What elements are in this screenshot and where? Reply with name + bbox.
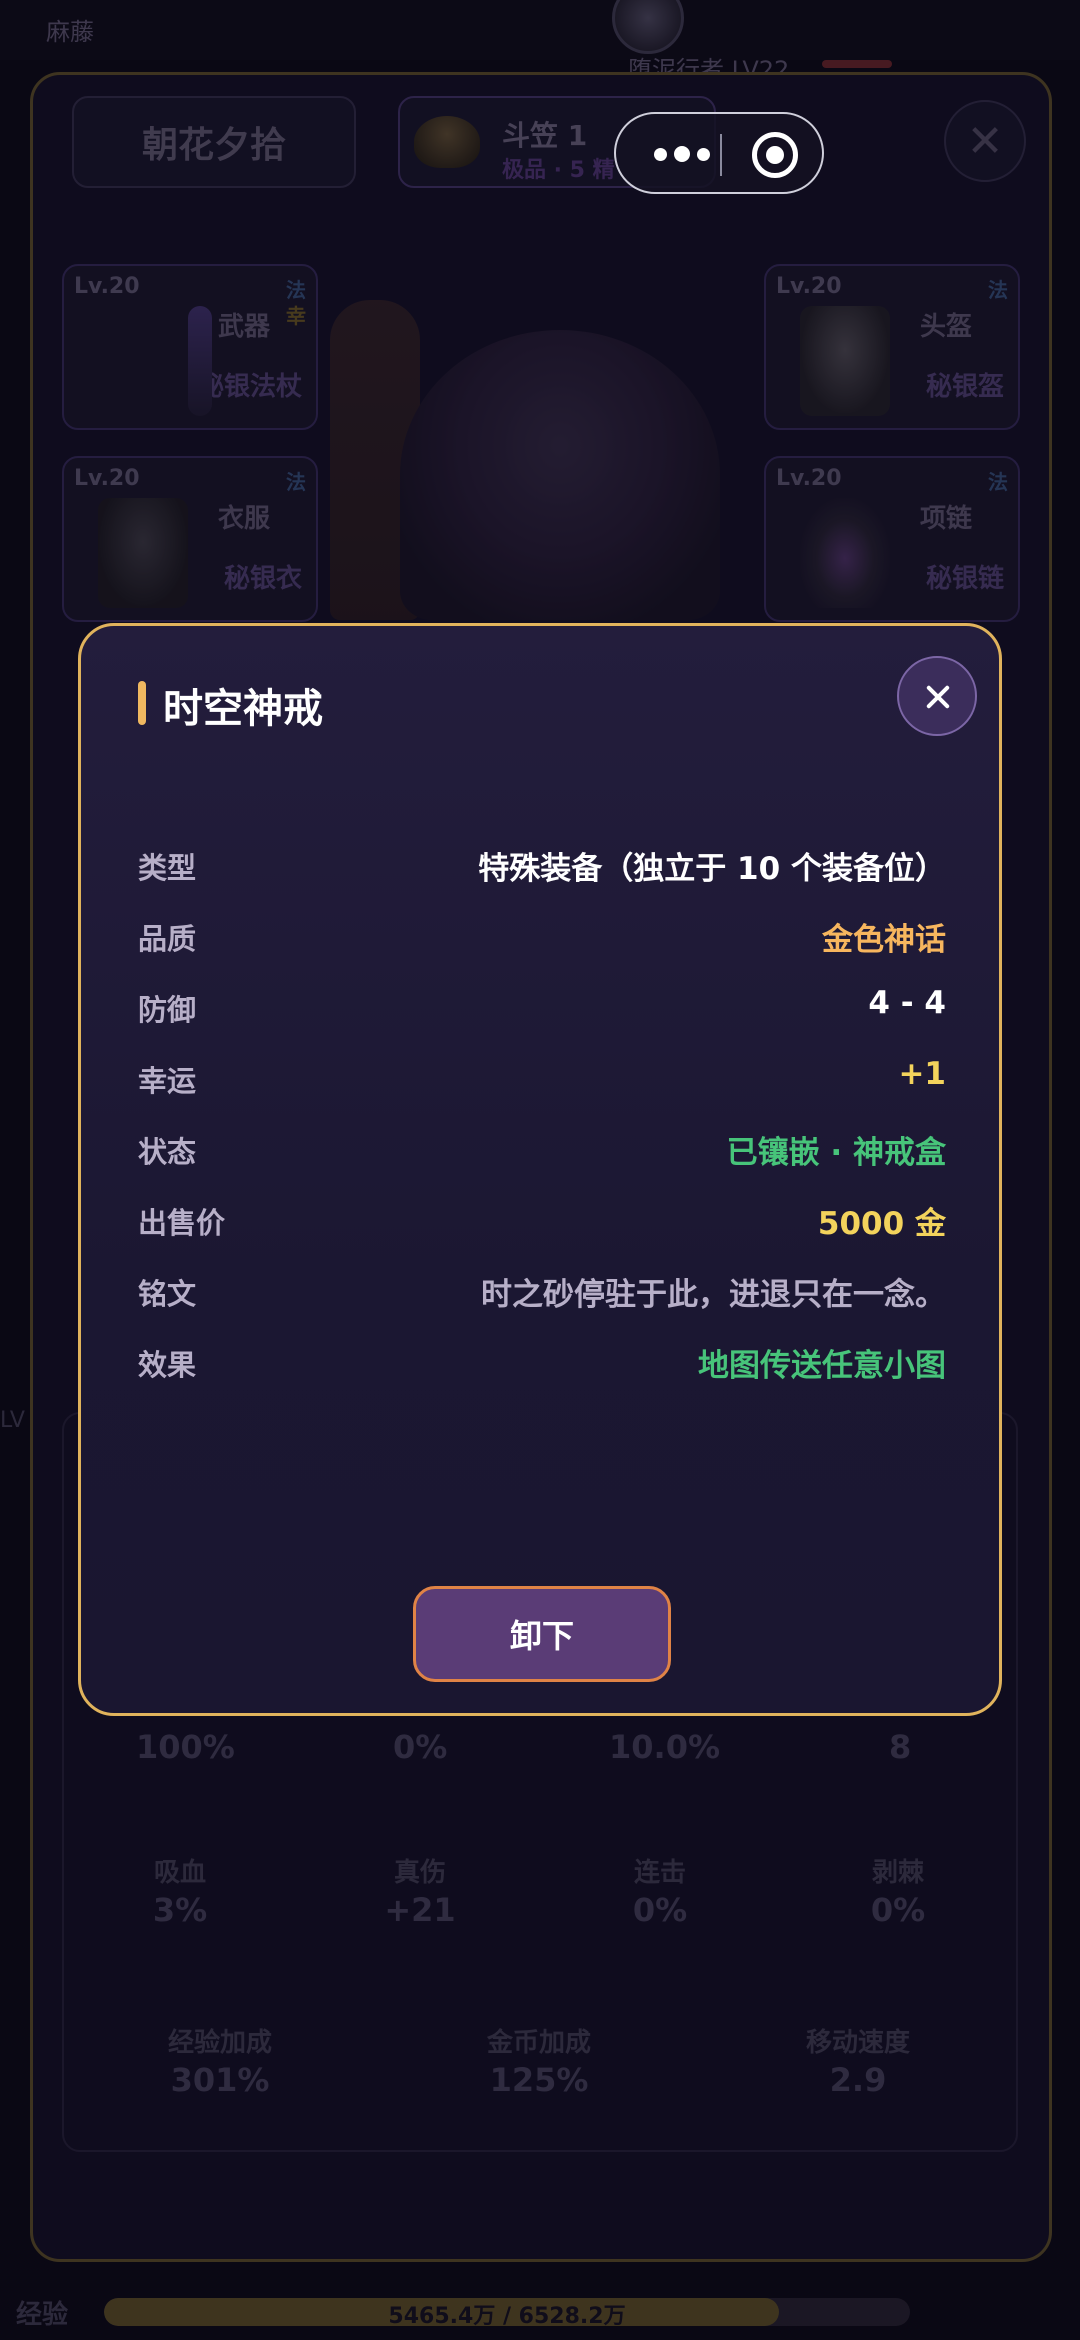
- detail-value: 地图传送任意小图: [698, 1348, 946, 1384]
- dialog-close-button[interactable]: [897, 656, 977, 736]
- detail-value: 已镶嵌 · 神戒盒: [726, 1135, 946, 1171]
- capsule-divider: [720, 134, 722, 176]
- detail-value: 5000 金: [817, 1206, 946, 1242]
- title-accent-bar: [138, 681, 146, 725]
- detail-key: 铭文: [138, 1277, 197, 1311]
- detail-key: 品质: [138, 922, 197, 956]
- detail-row-sell-price: 出售价 5000 金: [138, 1194, 946, 1244]
- unequip-button[interactable]: 卸下: [413, 1586, 671, 1682]
- detail-row-status: 状态 已镶嵌 · 神戒盒: [138, 1123, 946, 1173]
- close-miniprogram-icon[interactable]: [752, 132, 798, 178]
- detail-key: 出售价: [138, 1206, 226, 1240]
- detail-value: 特殊装备（独立于 10 个装备位）: [478, 851, 946, 887]
- detail-key: 防御: [138, 993, 197, 1027]
- detail-value: 时之砂停驻于此，进退只在一念。: [481, 1277, 946, 1313]
- item-detail-dialog: 时空神戒 类型 特殊装备（独立于 10 个装备位） 品质 金色神话 防御 4 -…: [78, 623, 1002, 1716]
- detail-row-effect: 效果 地图传送任意小图: [138, 1336, 946, 1386]
- detail-key: 状态: [138, 1135, 197, 1169]
- detail-row-inscription: 铭文 时之砂停驻于此，进退只在一念。: [138, 1265, 946, 1315]
- detail-row-defense: 防御 4 - 4: [138, 981, 946, 1031]
- detail-value: 4 - 4: [868, 985, 946, 1021]
- detail-key: 幸运: [138, 1064, 197, 1098]
- more-icon[interactable]: [642, 134, 722, 174]
- detail-key: 类型: [138, 851, 197, 885]
- detail-row-type: 类型 特殊装备（独立于 10 个装备位）: [138, 839, 946, 889]
- detail-key: 效果: [138, 1348, 197, 1382]
- miniprogram-capsule: [614, 112, 824, 194]
- detail-row-quality: 品质 金色神话: [138, 910, 946, 960]
- detail-value: 金色神话: [822, 922, 946, 958]
- detail-row-luck: 幸运 +1: [138, 1052, 946, 1102]
- dialog-title: 时空神戒: [163, 686, 323, 732]
- detail-value: +1: [898, 1056, 946, 1092]
